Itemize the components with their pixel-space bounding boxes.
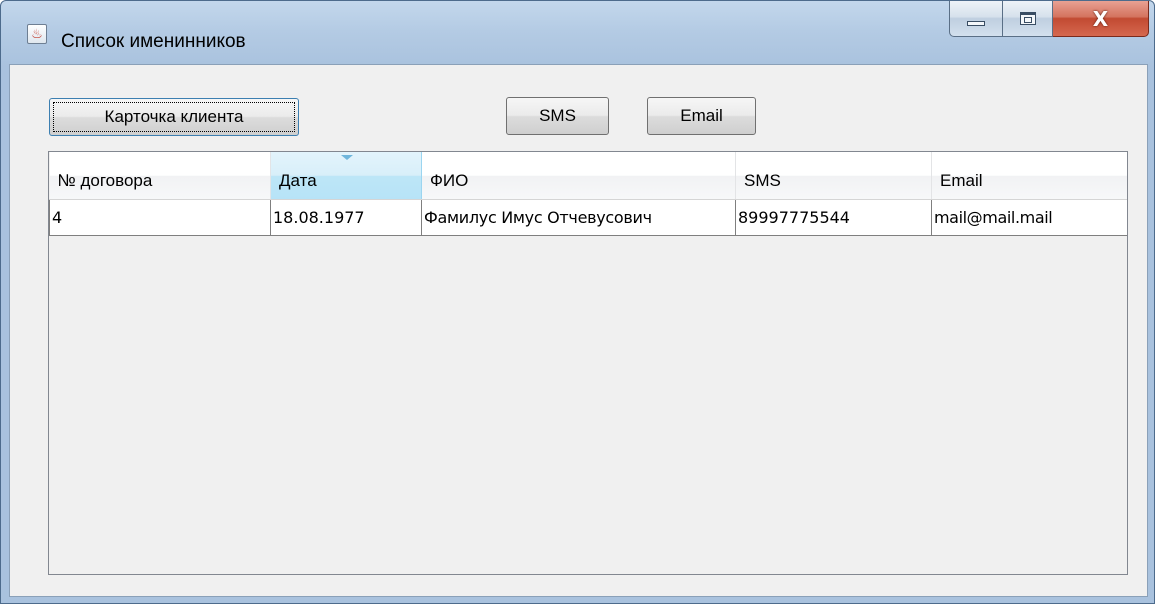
sms-button[interactable]: SMS: [506, 97, 609, 135]
column-header-fio[interactable]: ФИО: [421, 152, 736, 200]
client-card-button[interactable]: Карточка клиента: [49, 98, 299, 136]
minimize-button[interactable]: [949, 1, 1003, 37]
column-header-sms[interactable]: SMS: [735, 152, 932, 200]
column-header-date-label: Дата: [279, 171, 317, 191]
title-bar[interactable]: ♨ Список именинников X: [1, 1, 1154, 65]
window-title: Список именинников: [61, 31, 246, 52]
cell-email[interactable]: mail@mail.mail: [931, 198, 1127, 236]
window-controls: X: [949, 1, 1149, 37]
client-area: Карточка клиента SMS Email № договора Да…: [9, 64, 1148, 597]
cell-fio[interactable]: Фамилус Имус Отчевусович: [421, 198, 736, 236]
app-window: ♨ Список именинников X Карточка клиента …: [0, 0, 1155, 604]
table-row[interactable]: 4 18.08.1977 Фамилус Имус Отчевусович 89…: [49, 198, 1127, 236]
cell-contract[interactable]: 4: [49, 198, 271, 236]
sort-descending-icon: [341, 155, 353, 160]
birthdays-table-grid: № договора Дата ФИО SMS Email 4 18.08.19…: [49, 152, 1127, 236]
close-icon: X: [1092, 6, 1109, 31]
column-header-email[interactable]: Email: [931, 152, 1127, 200]
client-card-button-label: Карточка клиента: [104, 107, 244, 126]
email-button[interactable]: Email: [647, 97, 756, 135]
column-header-date[interactable]: Дата: [270, 152, 422, 200]
maximize-icon: [1019, 12, 1036, 25]
minimize-icon: [967, 21, 985, 26]
cell-date[interactable]: 18.08.1977: [270, 198, 422, 236]
birthdays-table[interactable]: № договора Дата ФИО SMS Email 4 18.08.19…: [48, 151, 1128, 575]
maximize-button[interactable]: [1003, 1, 1053, 37]
table-header-row: № договора Дата ФИО SMS Email: [49, 152, 1127, 200]
cell-sms[interactable]: 89997775544: [735, 198, 932, 236]
close-button[interactable]: X: [1053, 1, 1149, 37]
java-cup-icon[interactable]: ♨: [27, 24, 47, 44]
column-header-contract[interactable]: № договора: [49, 152, 271, 200]
